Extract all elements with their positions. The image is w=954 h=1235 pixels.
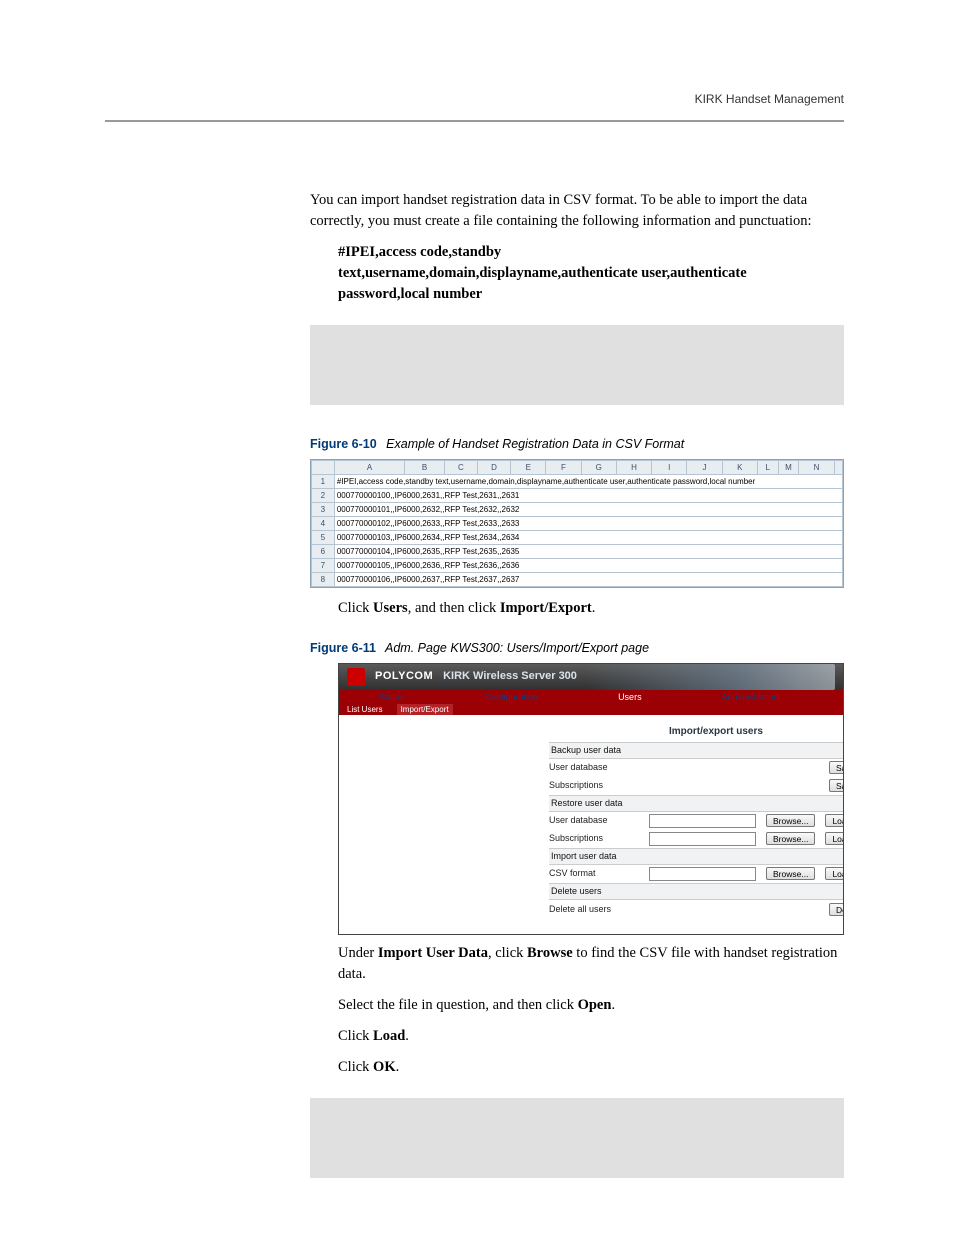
admin-page: POLYCOM KIRK Wireless Server 300 Status … — [338, 663, 844, 935]
row-backup-userdb: User database Save — [549, 759, 844, 777]
polycom-logo-icon — [347, 668, 365, 686]
menu-administration[interactable]: Administration — [682, 690, 819, 704]
section-restore: Restore user data — [549, 795, 844, 812]
menu-users[interactable]: Users — [578, 690, 682, 704]
row-delete-all: Delete all users Delete — [549, 900, 844, 918]
figure-6-11-label: Figure 6-11 — [310, 641, 376, 655]
step-click-load: Click Load. — [338, 1026, 844, 1047]
browse-button-userdb[interactable]: Browse... — [766, 814, 815, 827]
label-subscriptions: Subscriptions — [549, 832, 639, 845]
section-delete: Delete users — [549, 883, 844, 900]
label-user-database: User database — [549, 761, 639, 774]
brand-label: POLYCOM — [375, 669, 433, 685]
col-C[interactable]: C — [444, 461, 477, 475]
table-row: 4000770000102,,IP6000,2633,,RFP Test,263… — [312, 517, 843, 531]
row-backup-subs: Subscriptions Save — [549, 777, 844, 795]
csv-format-line1: #IPEI,access code,standby — [338, 242, 844, 263]
label-user-database: User database — [549, 814, 639, 827]
section-backup: Backup user data — [549, 742, 844, 759]
admin-banner: POLYCOM KIRK Wireless Server 300 — [339, 664, 843, 690]
table-row: 5000770000103,,IP6000,2634,,RFP Test,263… — [312, 531, 843, 545]
table-row: 6000770000104,,IP6000,2635,,RFP Test,263… — [312, 545, 843, 559]
table-row: 8000770000106,,IP6000,2637,,RFP Test,263… — [312, 573, 843, 587]
section-import: Import user data — [549, 848, 844, 865]
figure-6-11-caption: Figure 6-11 Adm. Page KWS300: Users/Impo… — [310, 639, 844, 657]
sub-menu: List Users Import/Export — [339, 704, 843, 715]
click-users-step: Click Users, and then click Import/Expor… — [338, 598, 844, 619]
file-input-subs[interactable] — [649, 832, 756, 846]
page-header-title: KIRK Handset Management — [695, 92, 844, 106]
label-subscriptions: Subscriptions — [549, 779, 639, 792]
table-row: 7000770000105,,IP6000,2636,,RFP Test,263… — [312, 559, 843, 573]
row-import-csv: CSV format Browse... Load — [549, 865, 844, 883]
spreadsheet: A B C D E F G H I J K L M N 1 — [310, 459, 844, 588]
load-button-csv[interactable]: Load — [825, 867, 844, 880]
note-box-1 — [310, 325, 844, 405]
admin-body: Import/export users Backup user data Use… — [339, 715, 843, 934]
label-csv-format: CSV format — [549, 867, 639, 880]
col-L[interactable]: L — [757, 461, 778, 475]
csv-format-line2: text,username,domain,displayname,authent… — [338, 263, 844, 284]
banner-art — [587, 664, 835, 690]
step-select-file: Select the file in question, and then cl… — [338, 995, 844, 1016]
row-1-data[interactable]: #IPEI,access code,standby text,username,… — [334, 475, 842, 489]
main-menu: Status Configuration Users Administratio… — [339, 690, 843, 704]
page: KIRK Handset Management You can import h… — [0, 0, 954, 1235]
col-D[interactable]: D — [477, 461, 510, 475]
load-button-subs[interactable]: Load — [825, 832, 844, 845]
browse-button-subs[interactable]: Browse... — [766, 832, 815, 845]
col-B[interactable]: B — [405, 461, 444, 475]
column-header-row: A B C D E F G H I J K L M N — [312, 461, 843, 475]
intro-paragraph: You can import handset registration data… — [310, 190, 844, 232]
col-end — [834, 461, 842, 475]
product-label: KIRK Wireless Server 300 — [443, 669, 577, 685]
col-H[interactable]: H — [616, 461, 651, 475]
table-row: 3000770000101,,IP6000,2632,,RFP Test,263… — [312, 503, 843, 517]
figure-6-11-text: Adm. Page KWS300: Users/Import/Export pa… — [385, 641, 649, 655]
figure-6-10-text: Example of Handset Registration Data in … — [386, 437, 684, 451]
menu-firmware[interactable]: Firmware — [819, 690, 844, 704]
load-button-userdb[interactable]: Load — [825, 814, 844, 827]
corner-cell[interactable] — [312, 461, 335, 475]
table-row: 2000770000100,,IP6000,2631,,RFP Test,263… — [312, 489, 843, 503]
panel-title: Import/export users — [669, 725, 843, 740]
col-F[interactable]: F — [546, 461, 581, 475]
col-N[interactable]: N — [799, 461, 834, 475]
menu-configuration[interactable]: Configuration — [445, 690, 579, 704]
col-G[interactable]: G — [581, 461, 616, 475]
instruction-steps: Under Import User Data, click Browse to … — [338, 943, 844, 1078]
save-button-userdb[interactable]: Save — [829, 761, 844, 774]
header-rule — [105, 120, 844, 122]
spreadsheet-table: A B C D E F G H I J K L M N 1 — [311, 460, 843, 587]
step-click-ok: Click OK. — [338, 1057, 844, 1078]
table-row: 1 #IPEI,access code,standby text,usernam… — [312, 475, 843, 489]
submenu-list-users[interactable]: List Users — [343, 704, 387, 715]
col-E[interactable]: E — [511, 461, 546, 475]
submenu-import-export[interactable]: Import/Export — [397, 704, 453, 715]
menu-status[interactable]: Status — [339, 690, 445, 704]
col-I[interactable]: I — [652, 461, 687, 475]
csv-format-spec: #IPEI,access code,standby text,username,… — [338, 242, 844, 305]
row-restore-userdb: User database Browse... Load — [549, 812, 844, 830]
note-box-2 — [310, 1098, 844, 1178]
browse-button-csv[interactable]: Browse... — [766, 867, 815, 880]
figure-6-10-caption: Figure 6-10 Example of Handset Registrat… — [310, 435, 844, 453]
col-M[interactable]: M — [778, 461, 799, 475]
row-restore-subs: Subscriptions Browse... Load — [549, 830, 844, 848]
col-K[interactable]: K — [722, 461, 757, 475]
col-J[interactable]: J — [687, 461, 722, 475]
figure-6-10-label: Figure 6-10 — [310, 437, 377, 451]
main-content: You can import handset registration data… — [310, 190, 844, 1208]
step-under-import: Under Import User Data, click Browse to … — [338, 943, 844, 985]
file-input-userdb[interactable] — [649, 814, 756, 828]
save-button-subs[interactable]: Save — [829, 779, 844, 792]
label-delete-all: Delete all users — [549, 903, 639, 916]
row-1-hdr[interactable]: 1 — [312, 475, 335, 489]
delete-button[interactable]: Delete — [829, 903, 844, 916]
csv-format-line3: password,local number — [338, 284, 844, 305]
col-A[interactable]: A — [334, 461, 405, 475]
file-input-csv[interactable] — [649, 867, 756, 881]
